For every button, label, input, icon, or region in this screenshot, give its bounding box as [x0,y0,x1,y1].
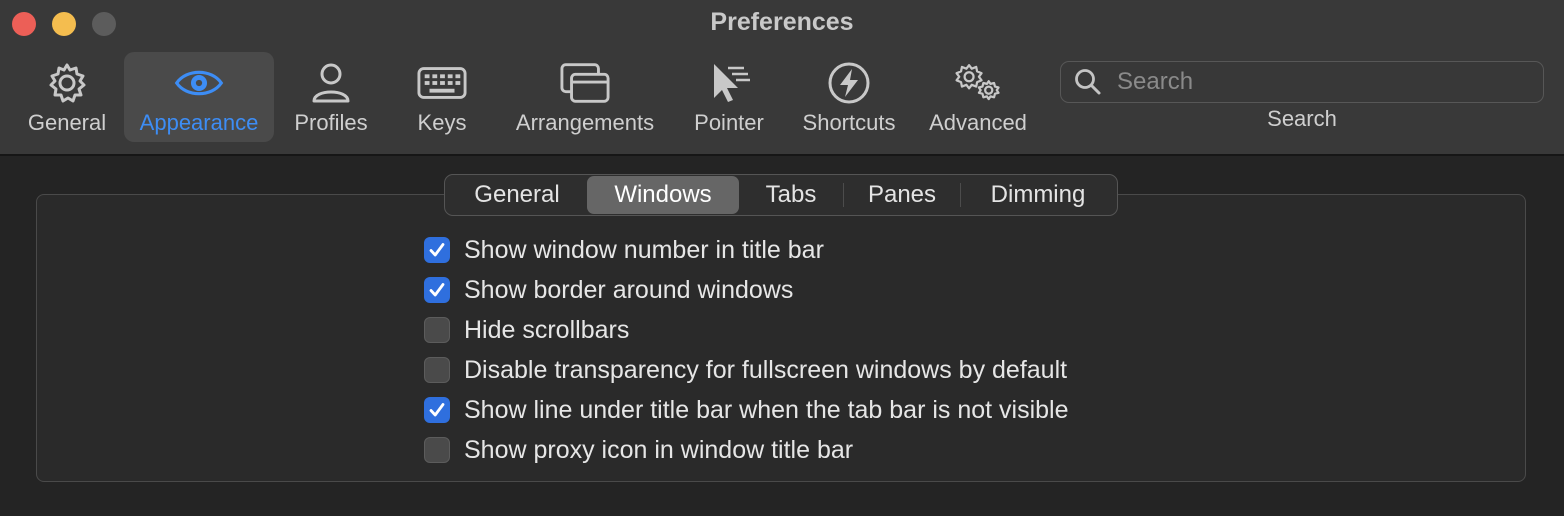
option-label: Hide scrollbars [464,315,630,344]
toolbar-shortcuts[interactable]: Shortcuts [794,52,904,142]
preferences-window: Preferences General Appearance Profiles … [0,0,1564,516]
toolbar: Preferences General Appearance Profiles … [0,0,1564,156]
search-field[interactable] [1060,61,1544,103]
option-row[interactable]: Show line under title bar when the tab b… [424,390,1069,430]
toolbar-keys-label: Keys [417,110,467,135]
toolbar-general-label: General [27,110,107,135]
checkmark-icon [429,243,445,257]
checkbox-unchecked[interactable] [424,317,450,343]
pointer-icon [704,58,754,108]
tab-general[interactable]: General [447,176,587,214]
checkbox-checked[interactable] [424,237,450,263]
tab-panes[interactable]: Panes [844,176,960,214]
search-input[interactable] [1115,67,1519,97]
checkbox-checked[interactable] [424,277,450,303]
tab-dimming[interactable]: Dimming [961,176,1115,214]
toolbar-appearance-label: Appearance [139,110,259,135]
checkmark-icon [429,283,445,297]
gears-icon [953,58,1003,108]
toolbar-profiles-label: Profiles [294,110,368,135]
options-list: Show window number in title bar Show bor… [424,230,1069,470]
option-label: Disable transparency for fullscreen wind… [464,355,1068,384]
toolbar-advanced-label: Advanced [929,110,1027,135]
option-label: Show window number in title bar [464,235,824,264]
toolbar-keys[interactable]: Keys [392,52,492,142]
toolbar-arrangements[interactable]: Arrangements [506,52,664,142]
toolbar-appearance[interactable]: Appearance [124,52,274,142]
option-label: Show proxy icon in window title bar [464,435,854,464]
option-row[interactable]: Show border around windows [424,270,1069,310]
gear-icon [42,58,92,108]
checkbox-checked[interactable] [424,397,450,423]
toolbar-arrangements-label: Arrangements [515,110,655,135]
tab-tabs[interactable]: Tabs [739,176,843,214]
toolbar-pointer-label: Pointer [694,110,764,135]
option-label: Show line under title bar when the tab b… [464,395,1069,424]
checkbox-unchecked[interactable] [424,437,450,463]
window-title: Preferences [710,8,854,36]
windows-icon [560,58,610,108]
tab-control: General Windows Tabs Panes Dimming [444,174,1118,216]
keyboard-icon [417,58,467,108]
checkmark-icon [429,403,445,417]
toolbar-pointer[interactable]: Pointer [684,52,774,142]
search-label: Search [1267,106,1337,131]
option-row[interactable]: Hide scrollbars [424,310,1069,350]
option-row[interactable]: Show window number in title bar [424,230,1069,270]
toolbar-profiles[interactable]: Profiles [276,52,386,142]
person-icon [306,58,356,108]
tab-windows[interactable]: Windows [587,176,739,214]
toolbar-shortcuts-label: Shortcuts [802,110,896,135]
eye-icon [174,58,224,108]
checkbox-unchecked[interactable] [424,357,450,383]
toolbar-advanced[interactable]: Advanced [922,52,1034,142]
search-icon [1073,67,1103,97]
option-row[interactable]: Show proxy icon in window title bar [424,430,1069,470]
option-label: Show border around windows [464,275,794,304]
toolbar-general[interactable]: General [10,52,124,142]
option-row[interactable]: Disable transparency for fullscreen wind… [424,350,1069,390]
bolt-icon [824,58,874,108]
